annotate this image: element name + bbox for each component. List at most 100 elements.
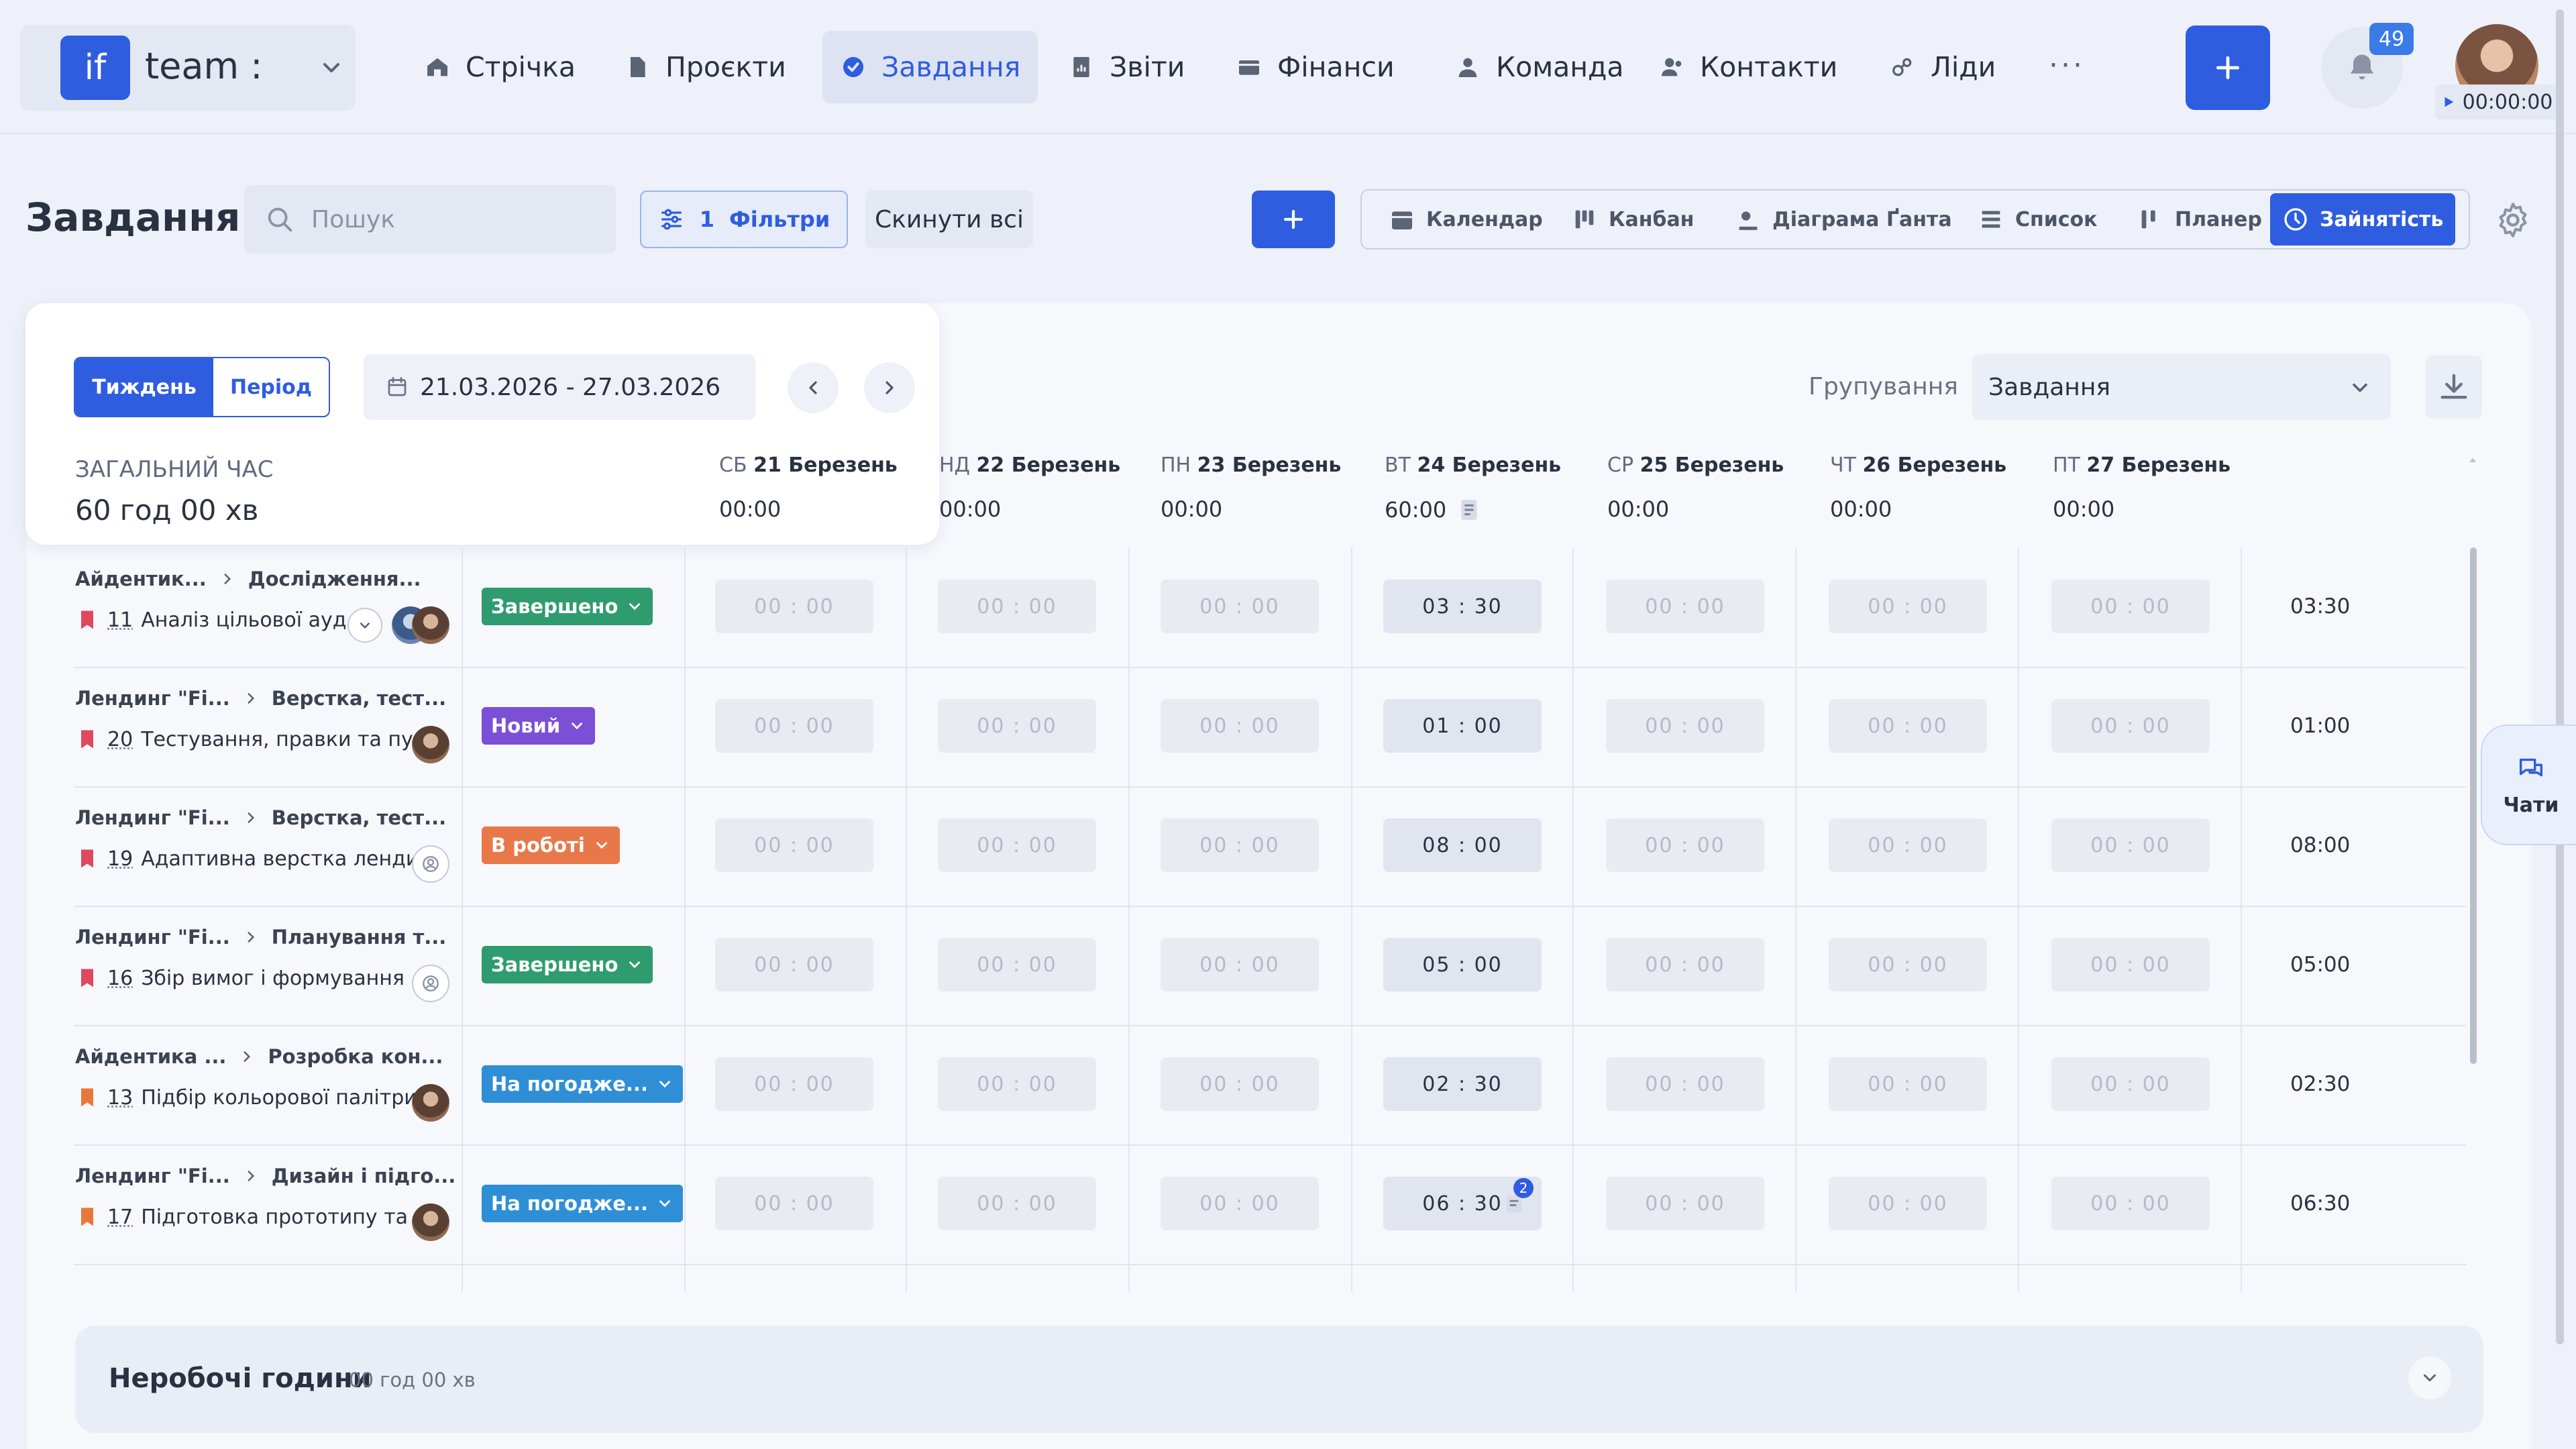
view-tab-2[interactable]: Діаграма Ґанта — [1723, 193, 1964, 246]
time-cell[interactable]: 01 : 00 — [1383, 699, 1542, 753]
view-tab-5[interactable]: Зайнятість — [2270, 193, 2456, 246]
avatar[interactable] — [412, 726, 449, 763]
time-cell[interactable]: 00 : 00 — [1606, 938, 1764, 991]
time-cell[interactable]: 00 : 00 — [715, 938, 873, 991]
time-tracker[interactable]: 00:00:00 — [2435, 85, 2559, 119]
task-title[interactable]: 16 Збір вимог і формування ... — [75, 966, 430, 990]
task-title[interactable]: 20 Тестування, правки та пу... — [75, 727, 432, 751]
task-title[interactable]: 13 Підбір кольорової палітри... — [75, 1085, 436, 1110]
time-cell[interactable]: 08 : 00 — [1383, 818, 1542, 872]
grid-scrollbar-thumb[interactable] — [2470, 547, 2477, 1064]
status-dropdown[interactable]: Новий — [482, 707, 596, 745]
unassigned-avatar[interactable] — [412, 965, 449, 1002]
status-dropdown[interactable]: На погодже... — [482, 1185, 683, 1222]
task-title[interactable]: 17 Підготовка прототипу та ... — [75, 1205, 433, 1229]
time-cell[interactable]: 00 : 00 — [1829, 938, 1987, 991]
time-cell[interactable]: 00 : 00 — [715, 1177, 873, 1230]
time-cell[interactable]: 00 : 00 — [938, 818, 1096, 872]
view-tab-0[interactable]: Календар — [1377, 193, 1555, 246]
period-mode-button[interactable]: Період — [213, 358, 329, 416]
workspace-switcher[interactable]: if team : — [20, 25, 356, 111]
time-cell[interactable]: 00 : 00 — [938, 699, 1096, 753]
task-title[interactable]: 11 Аналіз цільової ауд... — [75, 608, 366, 632]
time-cell[interactable]: 00 : 00 — [1161, 1057, 1319, 1111]
time-cell[interactable]: 00 : 00 — [2051, 938, 2210, 991]
avatar[interactable] — [412, 1203, 449, 1241]
nav-item-5[interactable]: Команда — [1437, 31, 1642, 103]
avatar[interactable] — [412, 1084, 449, 1122]
status-dropdown[interactable]: Завершено — [482, 588, 653, 625]
time-cell[interactable]: 00 : 00 — [1829, 580, 1987, 633]
time-cell[interactable]: 00 : 00 — [1161, 818, 1319, 872]
add-task-button[interactable] — [1252, 191, 1335, 248]
week-mode-button[interactable]: Тиждень — [75, 358, 213, 416]
view-tab-4[interactable]: Планер — [2125, 193, 2274, 246]
view-tab-1[interactable]: Канбан — [1559, 193, 1706, 246]
report-icon[interactable] — [1456, 496, 1483, 523]
time-cell[interactable]: 00 : 00 — [1829, 818, 1987, 872]
view-settings-button[interactable] — [2493, 200, 2533, 240]
time-cell[interactable]: 00 : 00 — [1161, 1177, 1319, 1230]
task-breadcrumb[interactable]: Айдентик... Дослідження... — [75, 568, 421, 590]
previous-week-button[interactable] — [788, 362, 839, 413]
time-cell[interactable]: 03 : 30 — [1383, 580, 1542, 633]
time-cell[interactable]: 00 : 00 — [1829, 1177, 1987, 1230]
task-title[interactable]: 19 Адаптивна верстка ленди... — [75, 847, 438, 871]
date-range-picker[interactable]: 21.03.2026 - 27.03.2026 — [364, 354, 755, 420]
time-cell[interactable]: 00 : 00 — [1161, 580, 1319, 633]
nav-item-2[interactable]: Завдання — [822, 31, 1038, 103]
time-cell[interactable]: 00 : 00 — [2051, 1177, 2210, 1230]
export-button[interactable] — [2426, 356, 2482, 419]
time-cell[interactable]: 00 : 00 — [1606, 818, 1764, 872]
avatar[interactable] — [412, 606, 449, 644]
task-breadcrumb[interactable]: Лендинг "Fi... Планування т... — [75, 926, 446, 949]
view-tab-3[interactable]: Список — [1966, 193, 2110, 246]
time-cell[interactable]: 00 : 00 — [938, 1177, 1096, 1230]
filters-button[interactable]: 1 Фільтри — [640, 191, 848, 248]
page-scrollbar[interactable] — [2556, 9, 2564, 1344]
grouping-select[interactable]: Завдання — [1972, 354, 2391, 420]
time-cell[interactable]: 00 : 00 — [938, 580, 1096, 633]
unassigned-avatar[interactable] — [412, 845, 449, 883]
time-cell[interactable]: 00 : 00 — [2051, 580, 2210, 633]
nav-item-0[interactable]: Стрічка — [407, 31, 593, 103]
time-cell[interactable]: 00 : 00 — [1606, 1057, 1764, 1111]
time-cell[interactable]: 00 : 00 — [1606, 699, 1764, 753]
nav-item-7[interactable]: Ліди — [1872, 31, 2013, 103]
status-dropdown[interactable]: Завершено — [482, 946, 653, 983]
time-cell[interactable]: 00 : 00 — [1829, 1057, 1987, 1111]
time-cell[interactable]: 00 : 00 — [2051, 1057, 2210, 1111]
time-cell[interactable]: 00 : 00 — [715, 699, 873, 753]
time-cell[interactable]: 02 : 30 — [1383, 1057, 1542, 1111]
nav-item-6[interactable]: Контакти — [1641, 31, 1855, 103]
time-cell[interactable]: 00 : 00 — [2051, 818, 2210, 872]
task-breadcrumb[interactable]: Лендинг "Fi... Верстка, тест... — [75, 806, 446, 829]
more-menu-icon[interactable]: ··· — [2049, 48, 2085, 83]
time-cell[interactable]: 00 : 00 — [715, 818, 873, 872]
time-cell[interactable]: 00 : 00 — [715, 1057, 873, 1111]
nav-item-3[interactable]: Звіти — [1051, 31, 1202, 103]
global-add-button[interactable] — [2186, 25, 2270, 110]
time-cell[interactable]: 00 : 00 — [715, 580, 873, 633]
chats-button[interactable]: Чати — [2481, 724, 2576, 845]
time-cell[interactable]: 00 : 00 — [1829, 699, 1987, 753]
time-cell[interactable]: 00 : 00 — [1161, 699, 1319, 753]
nav-item-1[interactable]: Проєкти — [606, 31, 804, 103]
task-breadcrumb[interactable]: Лендинг "Fi... Верстка, тест... — [75, 687, 446, 710]
time-cell[interactable]: 00 : 00 — [1161, 938, 1319, 991]
time-cell[interactable]: 00 : 00 — [938, 938, 1096, 991]
task-breadcrumb[interactable]: Лендинг "Fi... Дизайн і підго... — [75, 1165, 455, 1187]
time-cell[interactable]: 00 : 00 — [2051, 699, 2210, 753]
next-week-button[interactable] — [864, 362, 915, 413]
time-cell[interactable]: 05 : 00 — [1383, 938, 1542, 991]
time-cell[interactable]: 00 : 00 — [1606, 580, 1764, 633]
status-dropdown[interactable]: В роботі — [482, 826, 620, 864]
expand-non-working-button[interactable] — [2408, 1356, 2451, 1399]
time-cell[interactable]: 00 : 00 — [938, 1057, 1096, 1111]
time-cell[interactable]: 00 : 00 — [1606, 1177, 1764, 1230]
status-dropdown[interactable]: На погодже... — [482, 1065, 683, 1103]
nav-item-4[interactable]: Фінанси — [1218, 31, 1412, 103]
search-input[interactable] — [311, 185, 600, 254]
expand-subtasks-button[interactable] — [347, 608, 382, 643]
task-breadcrumb[interactable]: Айдентика ... Розробка кон... — [75, 1045, 443, 1068]
